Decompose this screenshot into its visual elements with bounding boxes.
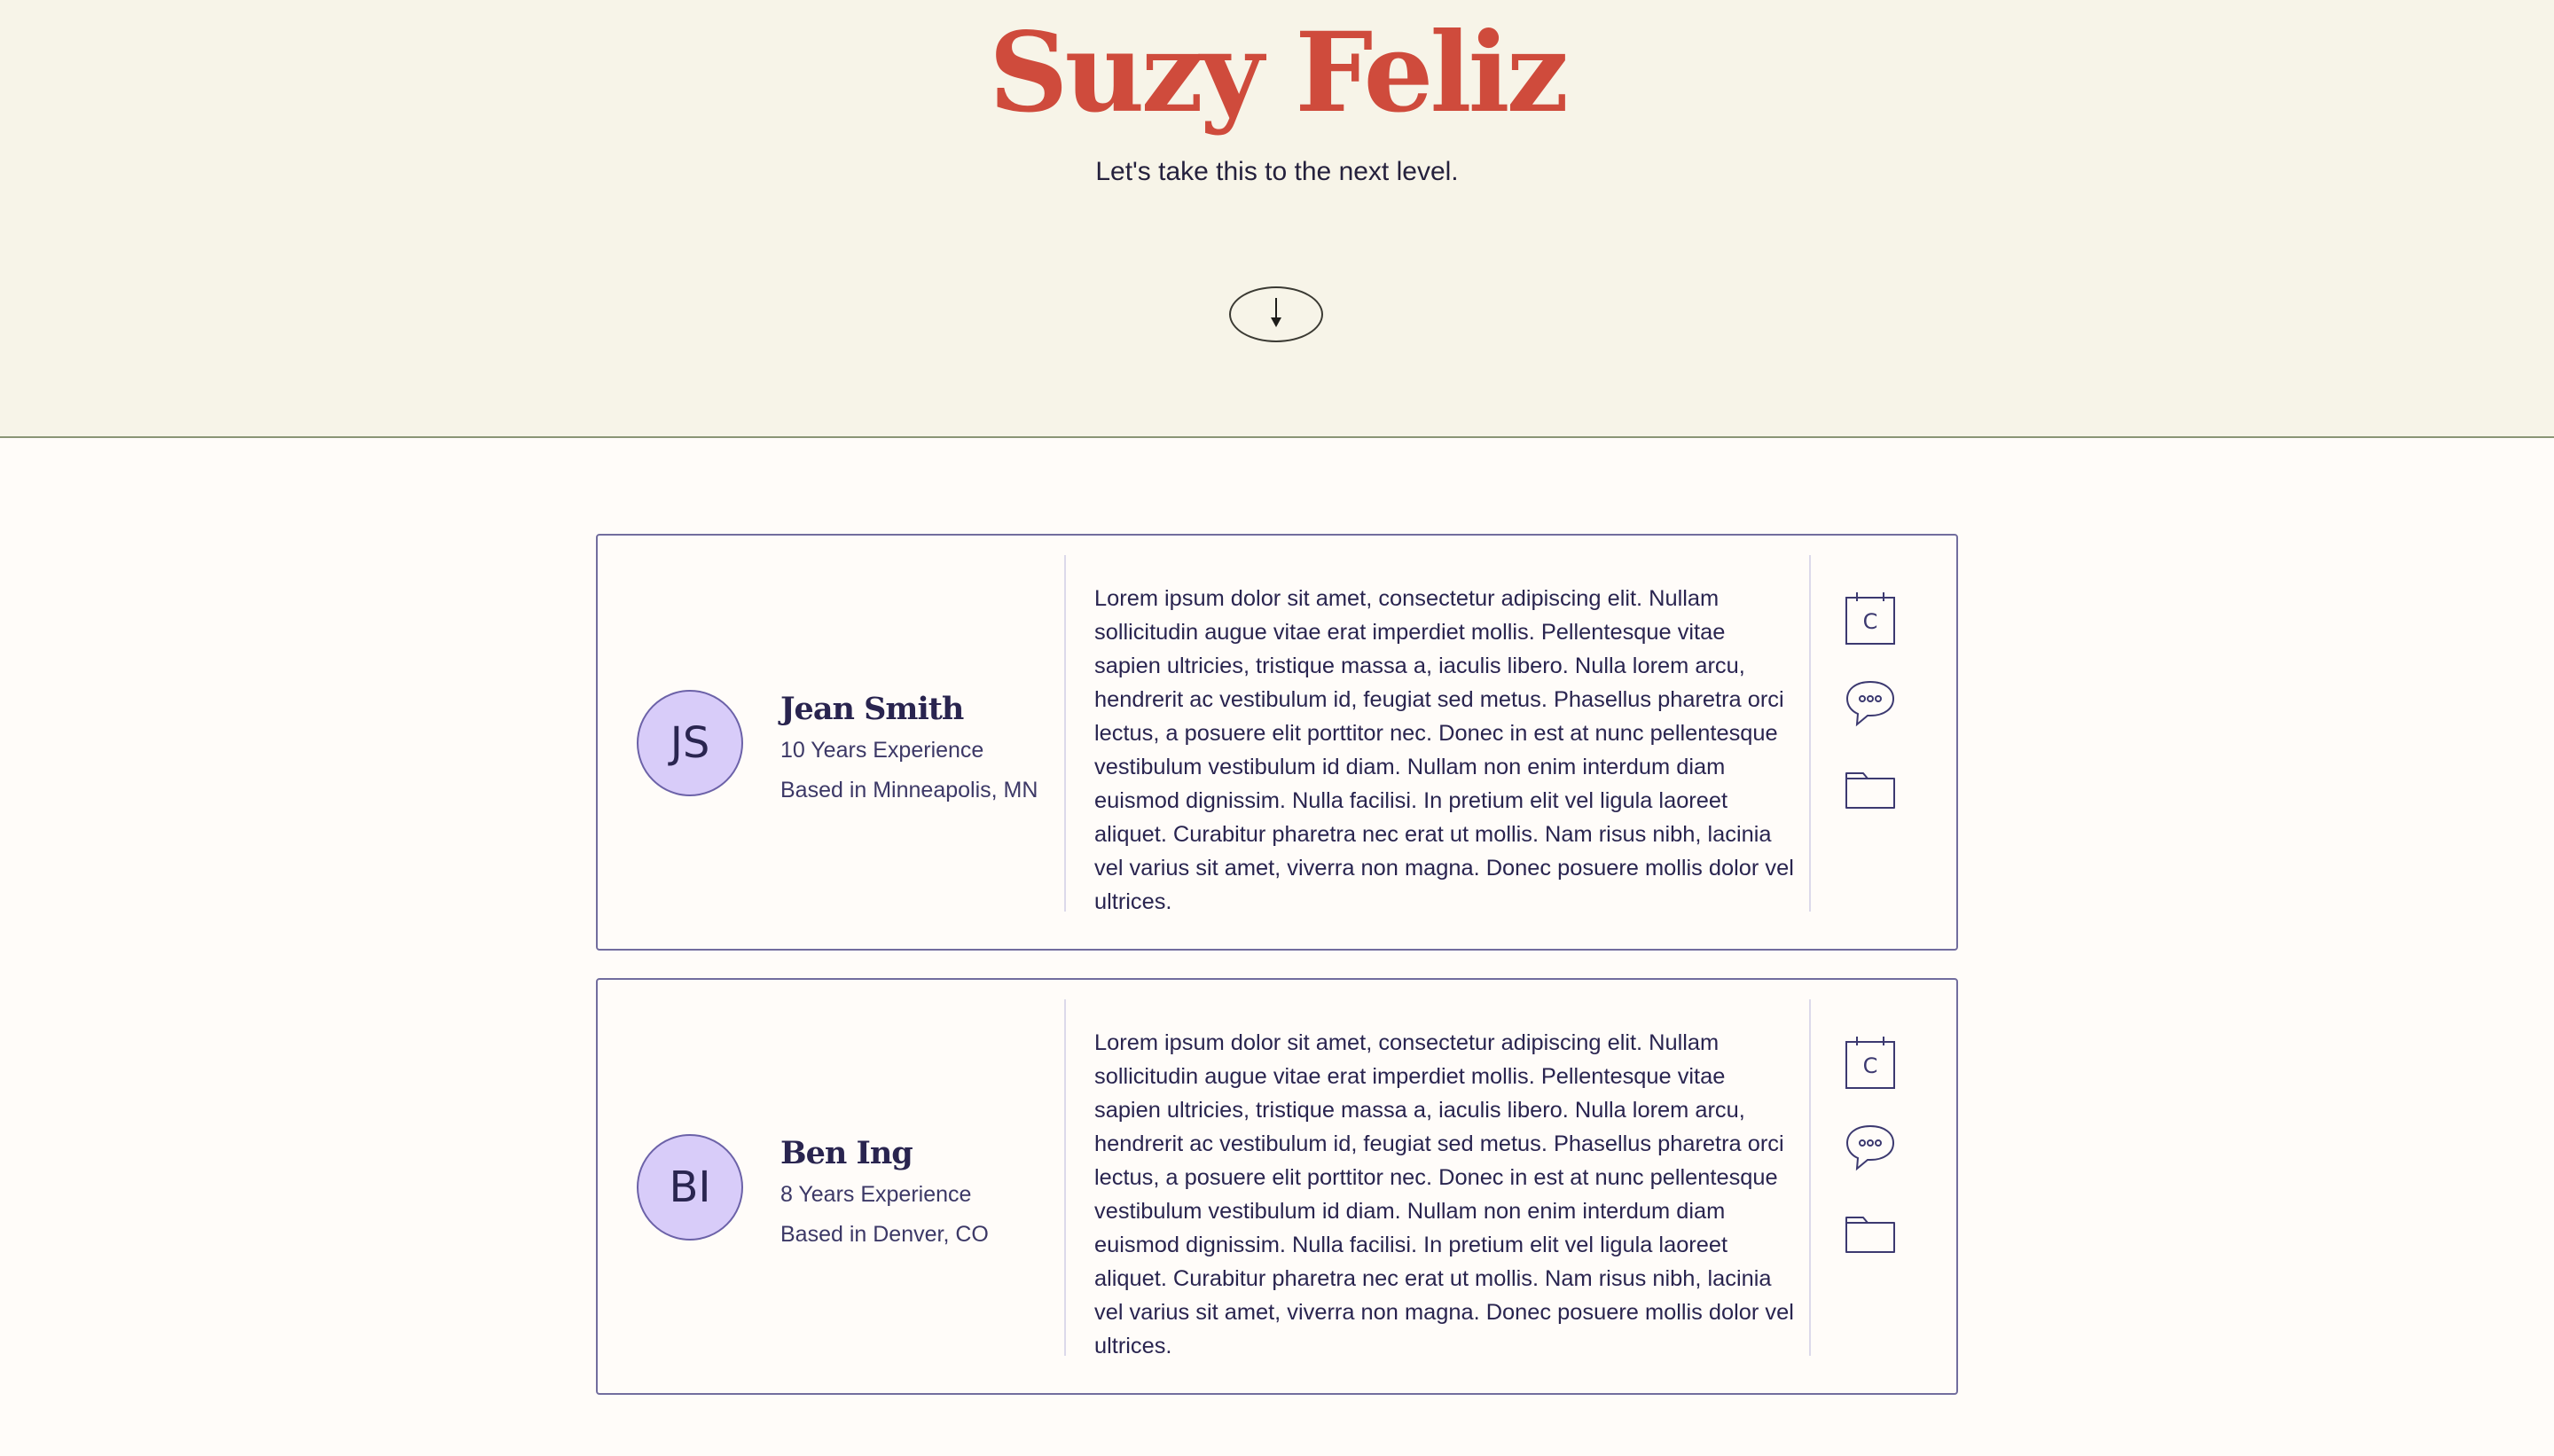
calendar-icon: C (1845, 592, 1895, 645)
profile-location: Based in Denver, CO (780, 1222, 989, 1247)
folder-icon (1845, 1217, 1895, 1253)
page-subtitle: Let's take this to the next level. (1095, 157, 1459, 186)
profile-name: Jean Smith (780, 691, 964, 727)
calendar-letter: C (1863, 609, 1878, 634)
profile-experience: 8 Years Experience (780, 1182, 972, 1207)
folder-button[interactable] (1841, 761, 1900, 819)
profile-location: Based in Minneapolis, MN (780, 778, 1038, 802)
profile-card: JS Jean Smith 10 Years Experience Based … (596, 534, 1958, 951)
message-button[interactable] (1841, 1118, 1900, 1177)
chat-bubble-icon (1845, 680, 1895, 727)
hero-section: Suzy Feliz Let's take this to the next l… (0, 0, 2554, 438)
divider (1809, 555, 1811, 912)
chat-bubble-icon (1845, 1124, 1895, 1171)
schedule-button[interactable]: C (1841, 589, 1900, 647)
divider (1064, 999, 1066, 1356)
profile-bio: Lorem ipsum dolor sit amet, consectetur … (1094, 1030, 1794, 1358)
scroll-down-button[interactable] (1229, 286, 1323, 342)
divider (1064, 555, 1066, 912)
calendar-letter: C (1863, 1053, 1878, 1078)
schedule-button[interactable]: C (1841, 1033, 1900, 1092)
profile-name: Ben Ing (780, 1135, 913, 1171)
divider (1809, 999, 1811, 1356)
profile-info: Jean Smith 10 Years Experience Based in … (780, 688, 1055, 810)
calendar-icon: C (1845, 1037, 1895, 1089)
avatar: JS (637, 690, 743, 796)
profile-card: BI Ben Ing 8 Years Experience Based in D… (596, 978, 1958, 1395)
arrow-down-icon (1271, 298, 1281, 327)
profile-experience: 10 Years Experience (780, 738, 984, 763)
folder-icon (1845, 772, 1895, 809)
profile-info: Ben Ing 8 Years Experience Based in Denv… (780, 1132, 1055, 1255)
folder-button[interactable] (1841, 1205, 1900, 1264)
message-button[interactable] (1841, 674, 1900, 732)
avatar: BI (637, 1134, 743, 1241)
profile-bio: Lorem ipsum dolor sit amet, consectetur … (1094, 586, 1794, 914)
page-title: Suzy Feliz (988, 9, 1569, 137)
